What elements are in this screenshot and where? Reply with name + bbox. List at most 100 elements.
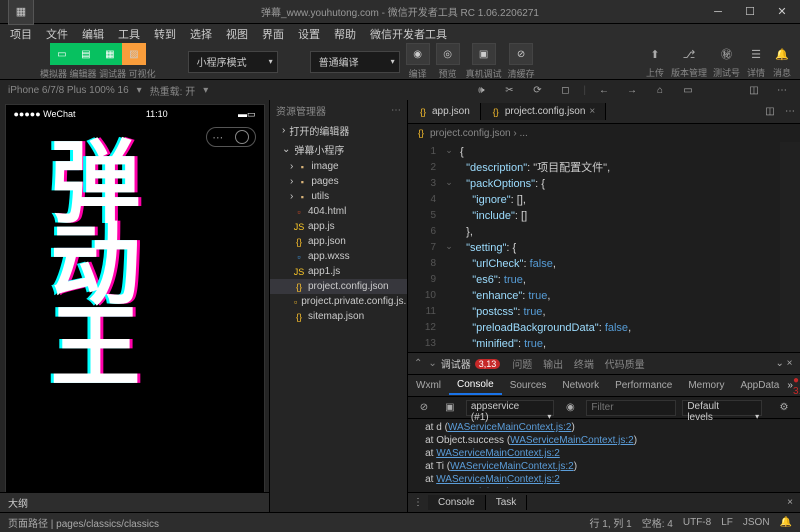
tree-root[interactable]: ⌄弹幕小程序: [270, 140, 407, 159]
split-icon[interactable]: ◫: [744, 80, 764, 100]
minimize-button[interactable]: ─: [708, 5, 728, 19]
menu-选择[interactable]: 选择: [184, 24, 218, 44]
tree-file[interactable]: JSapp1.js: [270, 264, 407, 279]
mode-select[interactable]: 小程序模式: [188, 51, 278, 73]
dt-header-item[interactable]: 问题: [512, 360, 535, 371]
tree-folder[interactable]: ›▪pages: [270, 174, 407, 189]
menu-帮助[interactable]: 帮助: [328, 24, 362, 44]
tree-file[interactable]: JSapp.js: [270, 219, 407, 234]
sound-icon[interactable]: 🕪: [471, 80, 491, 100]
detail-button[interactable]: ☰: [746, 44, 766, 64]
chevron-up-icon[interactable]: ⌃: [414, 358, 422, 369]
dt-header-item[interactable]: 终端: [574, 360, 597, 371]
split-editor-icon[interactable]: ◫: [760, 102, 780, 122]
menu-项目[interactable]: 项目: [4, 24, 38, 44]
preview-button[interactable]: ◎: [436, 43, 460, 65]
compile-select[interactable]: 普通编译: [310, 51, 400, 73]
menu-编辑[interactable]: 编辑: [76, 24, 110, 44]
close-button[interactable]: ✕: [772, 5, 792, 19]
inspect-icon[interactable]: ▣: [440, 398, 460, 418]
bottom-tab-task[interactable]: Task: [486, 495, 528, 510]
devtools-tab-wxml[interactable]: Wxml: [408, 377, 449, 394]
phone-capsule[interactable]: ⋯: [206, 127, 256, 147]
devtools-tab-memory[interactable]: Memory: [680, 377, 732, 394]
eye-icon[interactable]: ◉: [560, 398, 580, 418]
clear-console-icon[interactable]: ⊘: [414, 398, 434, 418]
tree-file[interactable]: ▫project.private.config.js...: [270, 294, 407, 309]
stop-icon[interactable]: ◻: [555, 80, 575, 100]
devtools-debugger-label[interactable]: 调试器: [441, 356, 471, 371]
refresh-icon[interactable]: ⟳: [527, 80, 547, 100]
dt-header-item[interactable]: 输出: [543, 360, 566, 371]
tree-file[interactable]: {}sitemap.json: [270, 309, 407, 324]
devtools-tab-performance[interactable]: Performance: [607, 377, 680, 394]
menu-视图[interactable]: 视图: [220, 24, 254, 44]
devtools-tab-console[interactable]: Console: [449, 376, 502, 395]
home-icon[interactable]: ⌂: [650, 80, 670, 100]
more-icon[interactable]: ⋯: [772, 80, 792, 100]
app-icon: ▦: [8, 0, 34, 25]
dt-header-item[interactable]: 代码质量: [605, 360, 645, 371]
status-path[interactable]: 页面路径 | pages/classics/classics: [8, 515, 159, 530]
outline-panel-header[interactable]: 大纲: [0, 492, 269, 512]
tree-file[interactable]: ▫404.html: [270, 204, 407, 219]
levels-select[interactable]: Default levels: [682, 400, 762, 416]
devtools-tab-sources[interactable]: Sources: [502, 377, 555, 394]
editor-tab-app-json[interactable]: {}app.json: [408, 103, 481, 120]
menu-界面[interactable]: 界面: [256, 24, 290, 44]
devtools-tab-network[interactable]: Network: [554, 377, 607, 394]
maximize-button[interactable]: ☐: [740, 5, 760, 19]
code-editor[interactable]: 12345678910111213141516 ⌄⌄⌄ { "descripti…: [408, 142, 800, 352]
message-button[interactable]: 🔔: [772, 44, 792, 64]
context-select[interactable]: appservice (#1): [466, 400, 555, 416]
tree-open-editors[interactable]: ›打开的编辑器: [270, 121, 407, 140]
tree-folder[interactable]: ›▪image: [270, 159, 407, 174]
menu-微信开发者工具[interactable]: 微信开发者工具: [364, 24, 453, 44]
gear-icon[interactable]: ⚙: [774, 398, 794, 418]
testid-button[interactable]: ㊙: [716, 44, 736, 64]
devtools-tab-appdata[interactable]: AppData: [732, 377, 787, 394]
forward-icon[interactable]: →: [622, 80, 642, 100]
more-icon[interactable]: ⋯: [780, 102, 800, 122]
menu-转到[interactable]: 转到: [148, 24, 182, 44]
close-icon[interactable]: ×: [780, 493, 800, 513]
status-eol[interactable]: LF: [721, 517, 733, 528]
tree-folder[interactable]: ›▪utils: [270, 189, 407, 204]
status-spaces[interactable]: 空格: 4: [642, 515, 673, 530]
more-icon[interactable]: ⋮: [408, 493, 428, 513]
menu-工具[interactable]: 工具: [112, 24, 146, 44]
simulator-view[interactable]: ●●●●● WeChat 11:10 ▬▭ ⋯ 弹动王: [5, 104, 265, 512]
editor-toggle[interactable]: ▤: [74, 43, 98, 65]
bottom-tab-console[interactable]: Console: [428, 495, 486, 510]
menu-设置[interactable]: 设置: [292, 24, 326, 44]
breadcrumb[interactable]: project.config.json › ...: [430, 128, 528, 139]
console-filter[interactable]: [586, 400, 676, 416]
minimap[interactable]: [780, 142, 800, 352]
editor-tab-project-config[interactable]: {}project.config.json×: [481, 103, 606, 120]
tree-file[interactable]: ▫app.wxss: [270, 249, 407, 264]
tree-file[interactable]: {}app.json: [270, 234, 407, 249]
visual-toggle[interactable]: ▨: [122, 43, 146, 65]
bell-icon[interactable]: 🔔: [780, 517, 792, 528]
status-encoding[interactable]: UTF-8: [683, 517, 711, 528]
compile-button[interactable]: ◉: [406, 43, 430, 65]
status-line[interactable]: 行 1, 列 1: [589, 515, 631, 530]
device-label[interactable]: iPhone 6/7/8 Plus 100% 16: [8, 85, 129, 96]
back-icon[interactable]: ←: [594, 80, 614, 100]
simulator-toggle[interactable]: ▭: [50, 43, 74, 65]
menu-文件[interactable]: 文件: [40, 24, 74, 44]
close-icon[interactable]: ×: [589, 106, 595, 117]
status-lang[interactable]: JSON: [743, 517, 770, 528]
hot-reload-label[interactable]: 热重载: 开: [150, 83, 196, 98]
upload-button[interactable]: ⬆: [645, 44, 665, 64]
chevron-down-icon[interactable]: ⌄: [428, 358, 436, 369]
cut-icon[interactable]: ✂: [499, 80, 519, 100]
version-button[interactable]: ⎇: [679, 44, 699, 64]
remote-debug-button[interactable]: ▣: [472, 43, 496, 65]
more-icon[interactable]: ⋯: [391, 105, 401, 116]
open-icon[interactable]: ▭: [678, 80, 698, 100]
tree-file[interactable]: {}project.config.json: [270, 279, 407, 294]
debugger-toggle[interactable]: ▦: [98, 43, 122, 65]
close-icon[interactable]: ⌄ ×: [774, 354, 794, 374]
clear-cache-button[interactable]: ⊘: [509, 43, 533, 65]
